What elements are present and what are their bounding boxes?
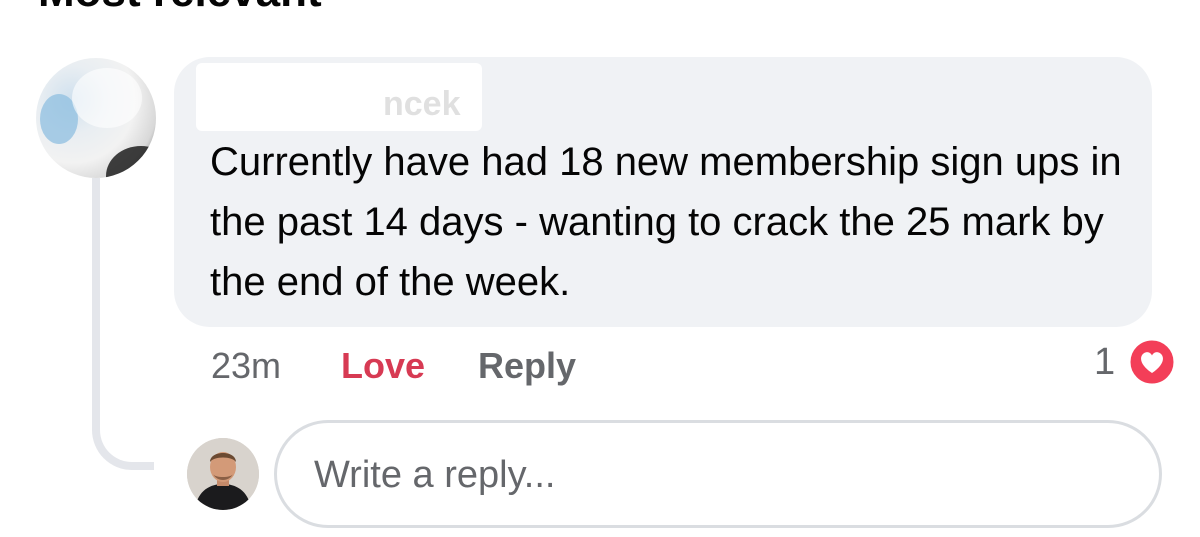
user-photo [187, 438, 259, 510]
reply-input-placeholder[interactable]: Write a reply... [314, 452, 555, 498]
reaction-count[interactable]: 1 [1094, 340, 1115, 384]
heart-icon[interactable] [1127, 337, 1177, 387]
reply-button[interactable]: Reply [478, 344, 576, 388]
comment-timestamp[interactable]: 23m [211, 344, 281, 388]
current-user-avatar[interactable] [187, 438, 259, 510]
comment-author-name[interactable]: ncek [383, 84, 461, 124]
commenter-avatar[interactable] [36, 58, 156, 178]
section-header[interactable]: Most relevant [38, 0, 322, 14]
comment-text: Currently have had 18 new membership sig… [210, 140, 1122, 304]
thread-connector-line [92, 178, 154, 470]
love-button[interactable]: Love [341, 344, 425, 388]
